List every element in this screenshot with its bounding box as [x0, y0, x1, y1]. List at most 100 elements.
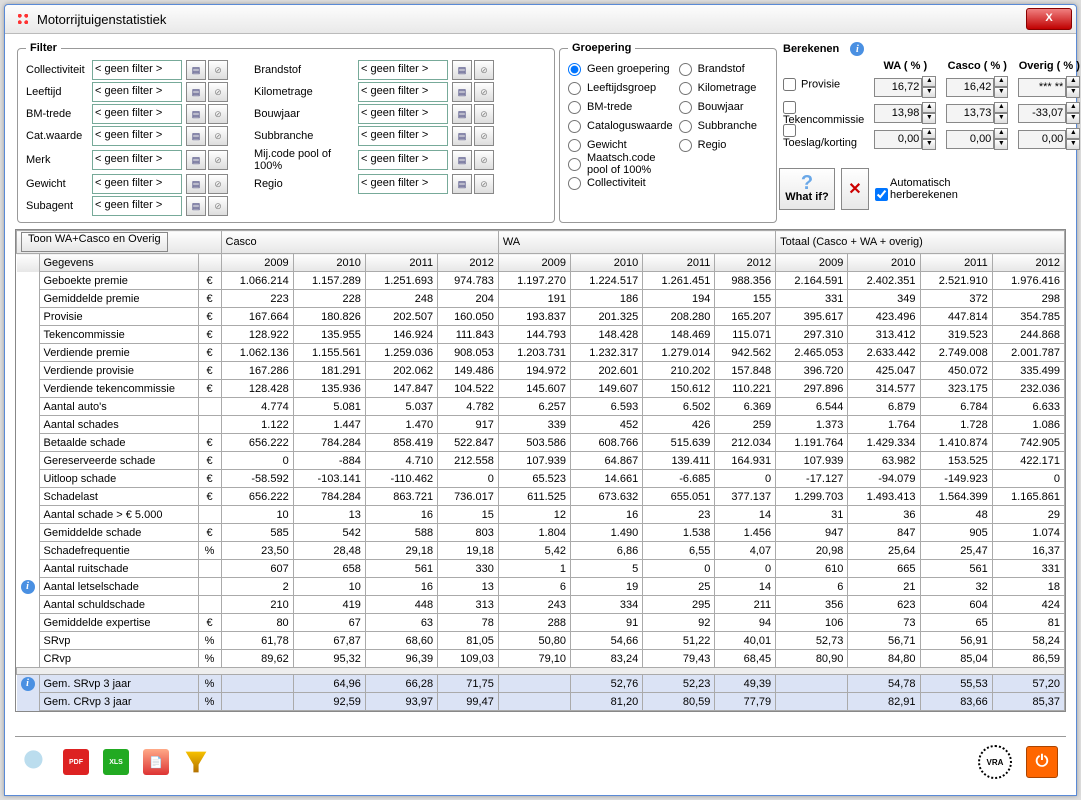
calc-checkbox[interactable] [783, 78, 796, 91]
filter-clear-icon[interactable]: ⊘ [474, 174, 494, 194]
spin-down-icon[interactable]: ▼ [994, 87, 1008, 98]
spin-up-icon[interactable]: ▲ [1066, 76, 1080, 87]
filter-select[interactable]: < geen filter > [92, 150, 182, 170]
group-option[interactable]: Subbranche [679, 117, 768, 135]
group-radio[interactable] [568, 158, 581, 171]
filter-pick-icon[interactable]: ▤ [452, 60, 472, 80]
filter-clear-icon[interactable]: ⊘ [474, 82, 494, 102]
group-option[interactable]: Maatsch.code pool of 100% [568, 155, 673, 173]
filter-select[interactable]: < geen filter > [92, 126, 182, 146]
calc-spinner[interactable]: ▲▼ [946, 128, 1008, 150]
filter-pick-icon[interactable]: ▤ [186, 60, 206, 80]
info-icon[interactable]: i [21, 580, 35, 594]
group-option[interactable]: Leeftijdsgroep [568, 79, 673, 97]
filter-pick-icon[interactable]: ▤ [186, 126, 206, 146]
spin-up-icon[interactable]: ▲ [1066, 128, 1080, 139]
filter-clear-icon[interactable]: ⊘ [208, 82, 228, 102]
calc-value-input[interactable] [1018, 78, 1066, 97]
calc-spinner[interactable]: ▲▼ [1018, 76, 1080, 98]
vra-icon[interactable]: VRA [978, 745, 1012, 779]
calc-spinner[interactable]: ▲▼ [1018, 102, 1080, 124]
calc-row[interactable]: Provisie [783, 78, 864, 97]
filter-pick-icon[interactable]: ▤ [452, 104, 472, 124]
group-option[interactable]: Regio [679, 136, 768, 154]
filter-clear-icon[interactable]: ⊘ [474, 104, 494, 124]
filter-pick-icon[interactable]: ▤ [186, 82, 206, 102]
filter-icon[interactable] [183, 749, 209, 775]
filter-pick-icon[interactable]: ▤ [452, 82, 472, 102]
pdf-icon[interactable]: PDF [63, 749, 89, 775]
filter-select[interactable]: < geen filter > [358, 174, 448, 194]
filter-pick-icon[interactable]: ▤ [452, 150, 472, 170]
info-icon[interactable]: i [850, 42, 864, 56]
filter-clear-icon[interactable]: ⊘ [208, 174, 228, 194]
filter-select[interactable]: < geen filter > [92, 196, 182, 216]
filter-select[interactable]: < geen filter > [358, 150, 448, 170]
whatif-button[interactable]: ?What if? [779, 168, 835, 210]
calc-spinner[interactable]: ▲▼ [874, 102, 936, 124]
auto-recalc-checkbox[interactable] [875, 188, 888, 201]
filter-select[interactable]: < geen filter > [92, 60, 182, 80]
group-option[interactable]: Bouwjaar [679, 98, 768, 116]
filter-select[interactable]: < geen filter > [358, 82, 448, 102]
preview-icon[interactable] [23, 749, 49, 775]
calc-spinner[interactable]: ▲▼ [946, 76, 1008, 98]
whatif-cancel-button[interactable]: ✕ [841, 168, 869, 210]
filter-clear-icon[interactable]: ⊘ [474, 126, 494, 146]
spin-up-icon[interactable]: ▲ [994, 128, 1008, 139]
window-close-button[interactable]: X [1026, 8, 1072, 30]
excel-icon[interactable]: XLS [103, 749, 129, 775]
group-radio[interactable] [568, 177, 581, 190]
group-radio[interactable] [679, 101, 692, 114]
spin-down-icon[interactable]: ▼ [922, 87, 936, 98]
group-radio[interactable] [679, 82, 692, 95]
group-radio[interactable] [568, 63, 581, 76]
filter-select[interactable]: < geen filter > [92, 82, 182, 102]
filter-clear-icon[interactable]: ⊘ [208, 126, 228, 146]
filter-clear-icon[interactable]: ⊘ [208, 196, 228, 216]
filter-select[interactable]: < geen filter > [358, 126, 448, 146]
group-option[interactable]: BM-trede [568, 98, 673, 116]
filter-pick-icon[interactable]: ▤ [186, 104, 206, 124]
spin-down-icon[interactable]: ▼ [1066, 139, 1080, 150]
group-option[interactable]: Kilometrage [679, 79, 768, 97]
spin-up-icon[interactable]: ▲ [922, 128, 936, 139]
filter-pick-icon[interactable]: ▤ [452, 126, 472, 146]
filter-select[interactable]: < geen filter > [92, 104, 182, 124]
filter-select[interactable]: < geen filter > [358, 60, 448, 80]
spin-up-icon[interactable]: ▲ [922, 76, 936, 87]
filter-clear-icon[interactable]: ⊘ [208, 150, 228, 170]
spin-down-icon[interactable]: ▼ [994, 139, 1008, 150]
filter-select[interactable]: < geen filter > [358, 104, 448, 124]
calc-spinner[interactable]: ▲▼ [874, 76, 936, 98]
spin-up-icon[interactable]: ▲ [922, 102, 936, 113]
filter-pick-icon[interactable]: ▤ [186, 196, 206, 216]
group-option[interactable]: Cataloguswaarde [568, 117, 673, 135]
calc-value-input[interactable] [946, 104, 994, 123]
auto-recalc[interactable]: Automatisch herberekenen [875, 177, 970, 202]
filter-select[interactable]: < geen filter > [92, 174, 182, 194]
calc-value-input[interactable] [946, 130, 994, 149]
spin-down-icon[interactable]: ▼ [994, 113, 1008, 124]
group-radio[interactable] [568, 101, 581, 114]
calc-value-input[interactable] [874, 78, 922, 97]
spin-up-icon[interactable]: ▲ [1066, 102, 1080, 113]
calc-value-input[interactable] [1018, 104, 1066, 123]
calc-value-input[interactable] [946, 78, 994, 97]
calc-value-input[interactable] [874, 104, 922, 123]
calc-spinner[interactable]: ▲▼ [1018, 128, 1080, 150]
group-radio[interactable] [568, 120, 581, 133]
calc-row[interactable]: Toeslag/korting [783, 124, 864, 143]
group-radio[interactable] [679, 120, 692, 133]
filter-clear-icon[interactable]: ⊘ [208, 60, 228, 80]
calc-checkbox[interactable] [783, 124, 796, 137]
spin-up-icon[interactable]: ▲ [994, 76, 1008, 87]
calc-row[interactable]: Tekencommissie [783, 101, 864, 120]
spin-down-icon[interactable]: ▼ [1066, 113, 1080, 124]
calc-spinner[interactable]: ▲▼ [874, 128, 936, 150]
multi-pdf-icon[interactable]: 📄 [143, 749, 169, 775]
calc-spinner[interactable]: ▲▼ [946, 102, 1008, 124]
group-radio[interactable] [679, 139, 692, 152]
group-option[interactable]: Brandstof [679, 60, 768, 78]
group-option[interactable]: Collectiviteit [568, 174, 673, 192]
